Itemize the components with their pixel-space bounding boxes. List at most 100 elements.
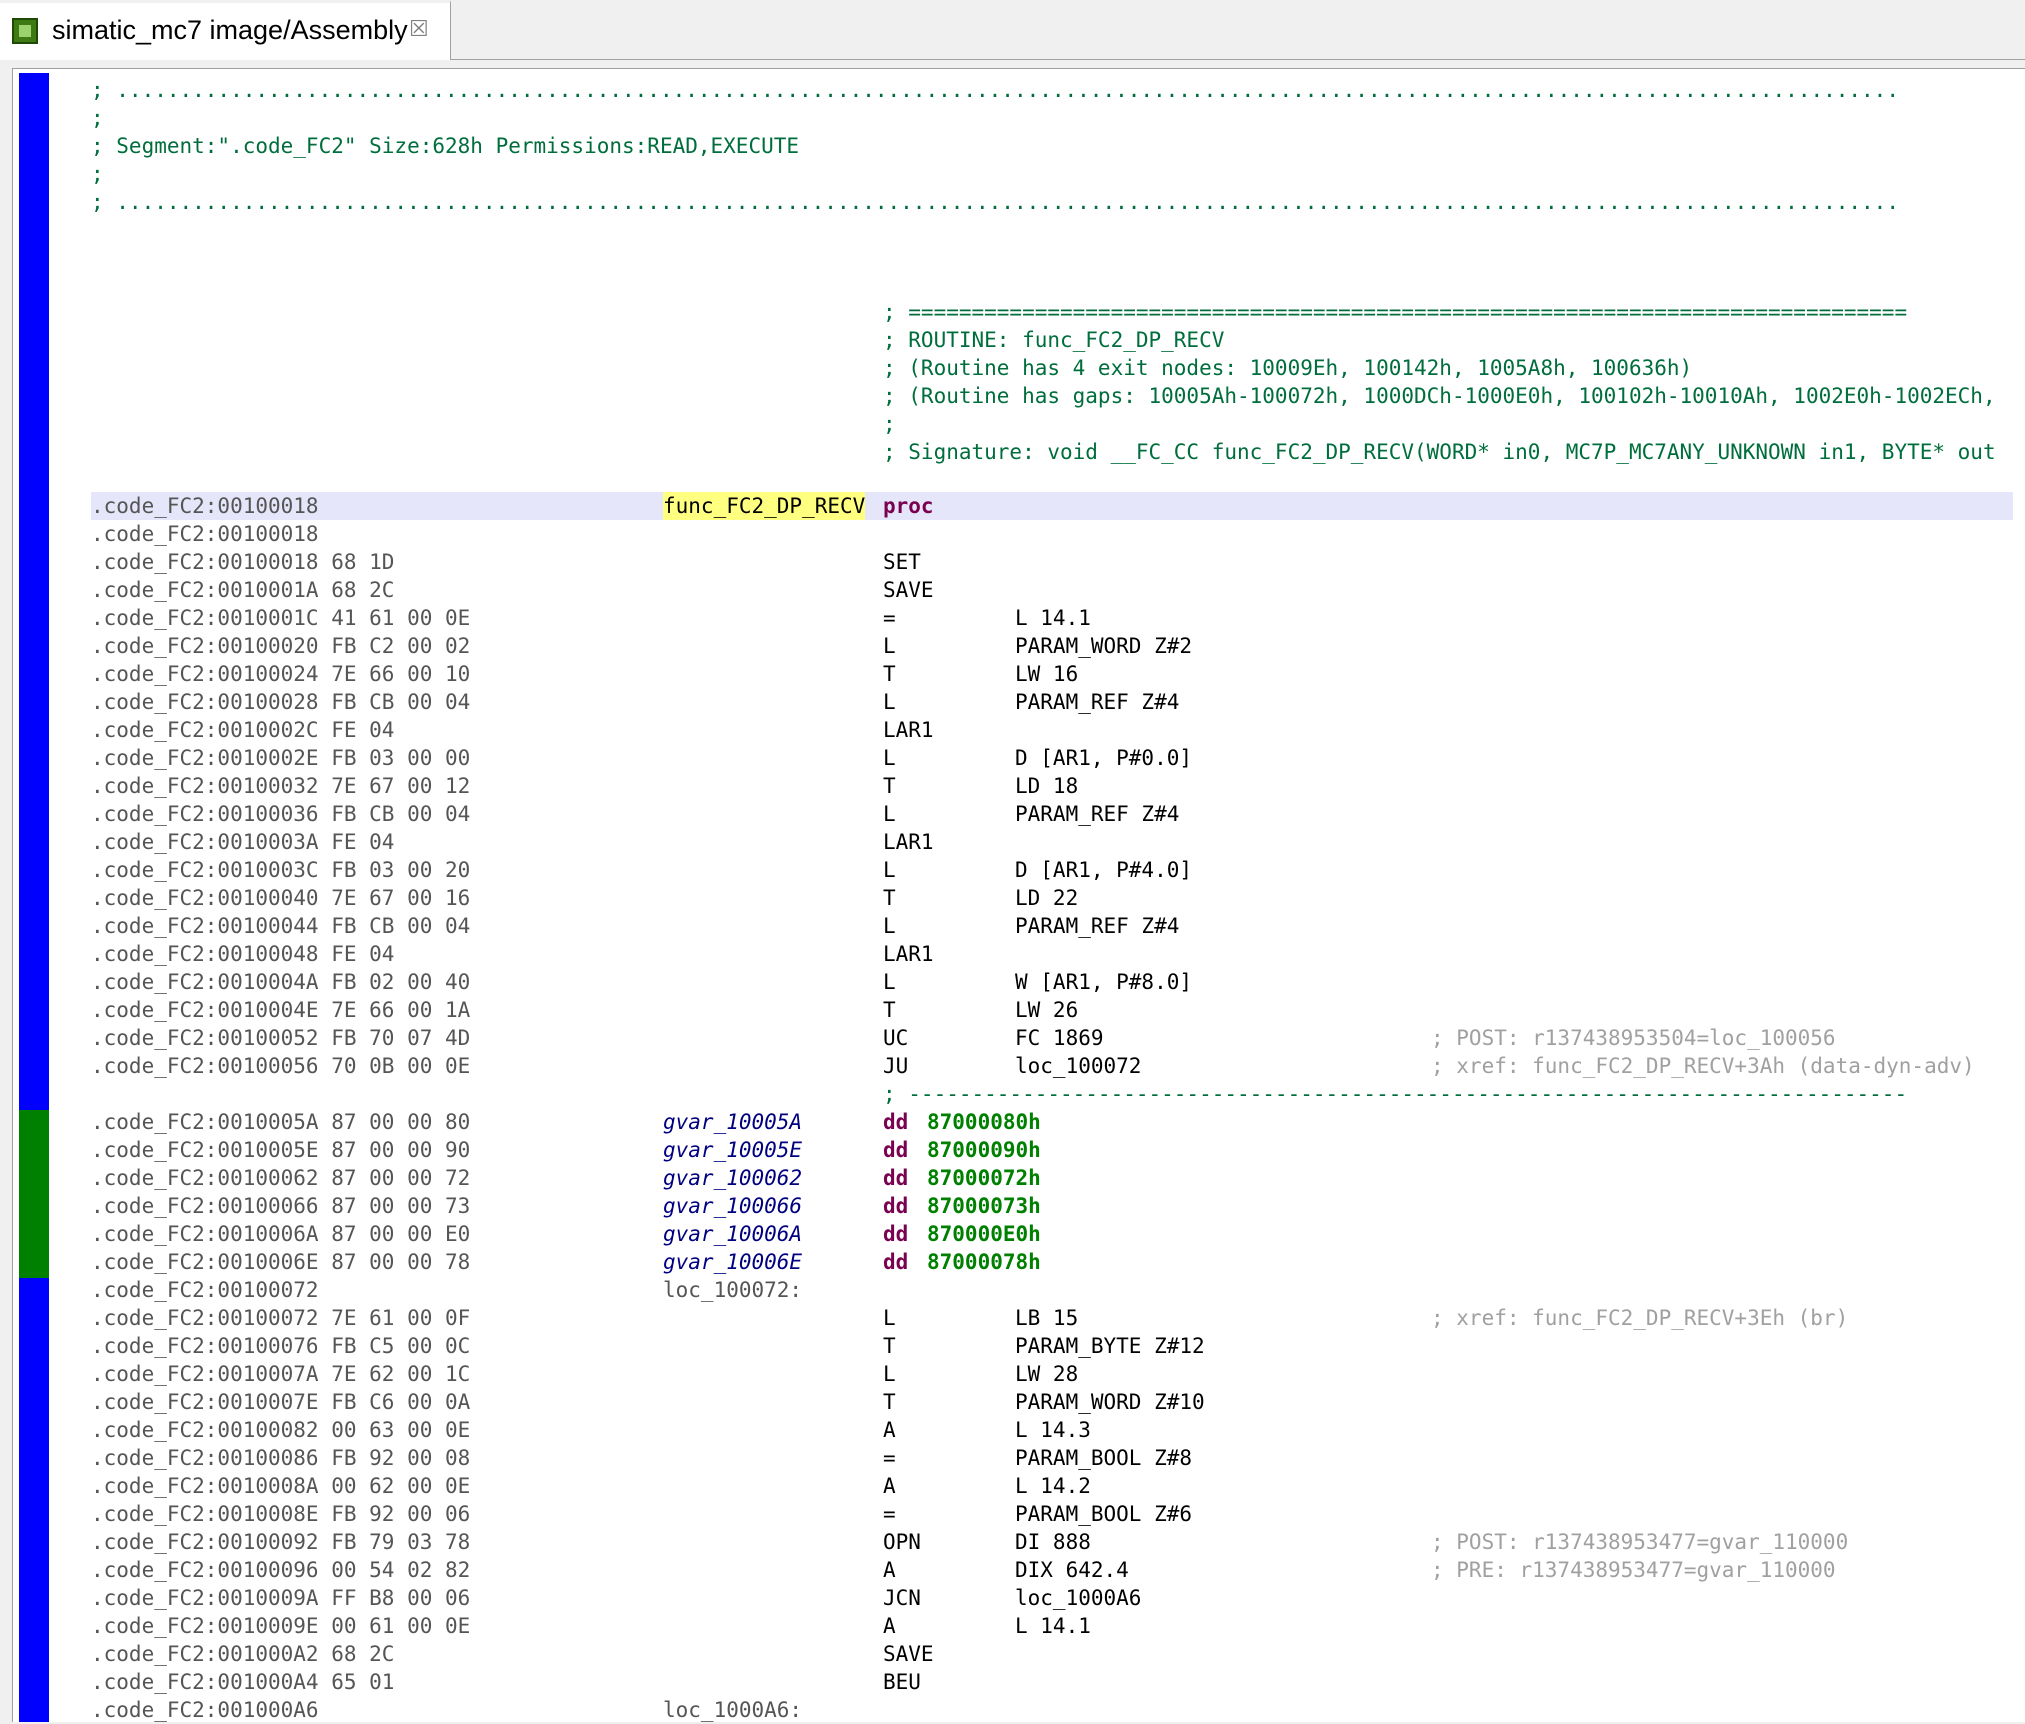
- mnemonic: L: [883, 1306, 896, 1330]
- code-line[interactable]: .code_FC2:00100024 7E 66 00 10 T LW 16: [91, 660, 2013, 688]
- address: .code_FC2:0010006E 87 00 00 78: [91, 1250, 471, 1274]
- proc-line[interactable]: .code_FC2:00100018 func_FC2_DP_RECV proc: [91, 492, 2013, 520]
- data-line[interactable]: .code_FC2:0010005A 87 00 00 80 gvar_10005…: [91, 1108, 2013, 1136]
- comment: ; POST: r137438953477=gvar_110000: [1431, 1530, 1849, 1554]
- label-line[interactable]: .code_FC2:001000A6 loc_1000A6:: [91, 1696, 2013, 1724]
- code-line[interactable]: .code_FC2:0010003A FE 04 LAR1: [91, 828, 2013, 856]
- code-line[interactable]: .code_FC2:00100052 FB 70 07 4D UC FC 1869;…: [91, 1024, 2013, 1052]
- address: .code_FC2:00100086 FB 92 00 08: [91, 1446, 471, 1470]
- mnemonic: A: [883, 1558, 896, 1582]
- code-line[interactable]: .code_FC2:0010008A 00 62 00 0E A L 14.2: [91, 1472, 2013, 1500]
- data-directive: dd: [883, 1138, 909, 1162]
- code-line[interactable]: .code_FC2:00100092 FB 79 03 78 OPN DI 888;…: [91, 1528, 2013, 1556]
- operand: PARAM_WORD Z#2: [1015, 634, 1193, 658]
- mnemonic: A: [883, 1474, 896, 1498]
- mnemonic: L: [883, 634, 896, 658]
- code-label[interactable]: loc_1000A6:: [663, 1696, 802, 1724]
- mnemonic: T: [883, 662, 896, 686]
- code-line[interactable]: .code_FC2:00100018 68 1D SET: [91, 548, 2013, 576]
- address: .code_FC2:001000A2 68 2C: [91, 1642, 395, 1666]
- code-line[interactable]: .code_FC2:0010001A 68 2C SAVE: [91, 576, 2013, 604]
- address: .code_FC2:0010008A 00 62 00 0E: [91, 1474, 471, 1498]
- address: .code_FC2:00100052 FB 70 07 4D: [91, 1026, 471, 1050]
- code-line[interactable]: .code_FC2:00100020 FB C2 00 02 L PARAM_WOR…: [91, 632, 2013, 660]
- data-segment-bar: [19, 1110, 49, 1278]
- tab-assembly[interactable]: simatic_mc7 image/Assembly ☒: [0, 0, 451, 60]
- address: .code_FC2:00100048 FE 04: [91, 942, 395, 966]
- code-line[interactable]: .code_FC2:0010008E FB 92 00 06 = PARAM_BOO…: [91, 1500, 2013, 1528]
- code-line[interactable]: .code_FC2:0010002E FB 03 00 00 L D [AR1, P…: [91, 744, 2013, 772]
- data-directive: dd: [883, 1110, 909, 1134]
- data-line[interactable]: .code_FC2:00100066 87 00 00 73 gvar_10006…: [91, 1192, 2013, 1220]
- mnemonic: T: [883, 998, 896, 1022]
- code-line[interactable]: .code_FC2:0010003C FB 03 00 20 L D [AR1, P…: [91, 856, 2013, 884]
- segment-comment-line: ;: [91, 162, 104, 186]
- data-label[interactable]: gvar_10005E: [663, 1136, 802, 1164]
- operand: PARAM_REF Z#4: [1015, 802, 1180, 826]
- mnemonic: =: [883, 606, 896, 630]
- code-segment-bar: [19, 1278, 49, 1722]
- data-line[interactable]: .code_FC2:00100062 87 00 00 72 gvar_10006…: [91, 1164, 2013, 1192]
- code-line[interactable]: .code_FC2:00100086 FB 92 00 08 = PARAM_BOO…: [91, 1444, 2013, 1472]
- code-line[interactable]: .code_FC2:00100032 7E 67 00 12 T LD 18: [91, 772, 2013, 800]
- code-line[interactable]: .code_FC2:00100082 00 63 00 0E A L 14.3: [91, 1416, 2013, 1444]
- proc-name[interactable]: func_FC2_DP_RECV: [663, 492, 866, 520]
- close-icon[interactable]: ☒: [409, 17, 429, 42]
- data-value: 87000072h: [927, 1166, 1041, 1190]
- operand: L 14.2: [1015, 1474, 1091, 1498]
- code-line[interactable]: .code_FC2:00100028 FB CB 00 04 L PARAM_REF…: [91, 688, 2013, 716]
- mnemonic: L: [883, 690, 896, 714]
- data-line[interactable]: .code_FC2:0010005E 87 00 00 90 gvar_10005…: [91, 1136, 2013, 1164]
- segment-comment-line: ; Segment:".code_FC2" Size:628h Permissi…: [91, 134, 800, 158]
- code-line[interactable]: .code_FC2:00100036 FB CB 00 04 L PARAM_REF…: [91, 800, 2013, 828]
- data-value: 870000E0h: [927, 1222, 1041, 1246]
- operand: PARAM_BOOL Z#8: [1015, 1446, 1193, 1470]
- code-line[interactable]: .code_FC2:0010002C FE 04 LAR1: [91, 716, 2013, 744]
- mnemonic: L: [883, 970, 896, 994]
- operand: LD 18: [1015, 774, 1079, 798]
- mnemonic: T: [883, 886, 896, 910]
- code-line[interactable]: .code_FC2:001000A2 68 2C SAVE: [91, 1640, 2013, 1668]
- operand: LW 28: [1015, 1362, 1079, 1386]
- data-label[interactable]: gvar_100066: [663, 1192, 802, 1220]
- code-line[interactable]: .code_FC2:0010009E 00 61 00 0E A L 14.1: [91, 1612, 2013, 1640]
- code-line[interactable]: .code_FC2:00100072 7E 61 00 0F L LB 15 ; xr…: [91, 1304, 2013, 1332]
- label-line[interactable]: .code_FC2:00100072 loc_100072:: [91, 1276, 2013, 1304]
- code-line[interactable]: .code_FC2:0010007E FB C6 00 0A T PARAM_WOR…: [91, 1388, 2013, 1416]
- data-value: 87000080h: [927, 1110, 1041, 1134]
- data-line[interactable]: .code_FC2:0010006A 87 00 00 E0 gvar_10006…: [91, 1220, 2013, 1248]
- operand: PARAM_BYTE Z#12: [1015, 1334, 1205, 1358]
- code-line[interactable]: .code_FC2:0010004E 7E 66 00 1A T LW 26: [91, 996, 2013, 1024]
- address: .code_FC2:0010001C 41 61 00 0E: [91, 606, 471, 630]
- operand: L 14.1: [1015, 606, 1091, 630]
- code-line[interactable]: .code_FC2:00100076 FB C5 00 0C T PARAM_BYT…: [91, 1332, 2013, 1360]
- code-line[interactable]: .code_FC2:0010004A FB 02 00 40 L W [AR1, P…: [91, 968, 2013, 996]
- code-line[interactable]: .code_FC2:00100096 00 54 02 82 A DIX 642.4…: [91, 1556, 2013, 1584]
- data-label[interactable]: gvar_10006E: [663, 1248, 802, 1276]
- code-line[interactable]: .code_FC2:00100056 70 0B 00 0E JU loc_1000…: [91, 1052, 2013, 1080]
- mnemonic: T: [883, 1390, 896, 1414]
- code-line[interactable]: .code_FC2:001000A4 65 01 BEU: [91, 1668, 2013, 1696]
- code-line[interactable]: .code_FC2:00100018: [91, 520, 2013, 548]
- data-line[interactable]: .code_FC2:0010006E 87 00 00 78 gvar_10006…: [91, 1248, 2013, 1276]
- chip-icon: [12, 18, 38, 44]
- code-line[interactable]: .code_FC2:00100040 7E 67 00 16 T LD 22: [91, 884, 2013, 912]
- address: .code_FC2:00100044 FB CB 00 04: [91, 914, 471, 938]
- code-line[interactable]: .code_FC2:00100044 FB CB 00 04 L PARAM_REF…: [91, 912, 2013, 940]
- code-line[interactable]: .code_FC2:0010007A 7E 62 00 1C L LW 28: [91, 1360, 2013, 1388]
- code-line[interactable]: .code_FC2:0010001C 41 61 00 0E = L 14.1: [91, 604, 2013, 632]
- address: .code_FC2:00100096 00 54 02 82: [91, 1558, 471, 1582]
- code-line[interactable]: .code_FC2:00100048 FE 04 LAR1: [91, 940, 2013, 968]
- address: .code_FC2:0010004E 7E 66 00 1A: [91, 998, 471, 1022]
- code-label[interactable]: loc_100072:: [663, 1276, 802, 1304]
- code-line[interactable]: .code_FC2:0010009A FF B8 00 06 JCN loc_100…: [91, 1584, 2013, 1612]
- address: .code_FC2:00100066 87 00 00 73: [91, 1194, 471, 1218]
- address: .code_FC2:0010006A 87 00 00 E0: [91, 1222, 471, 1246]
- mnemonic: JU: [883, 1054, 909, 1078]
- data-label[interactable]: gvar_100062: [663, 1164, 802, 1192]
- address: .code_FC2:00100036 FB CB 00 04: [91, 802, 471, 826]
- address: .code_FC2:00100018 68 1D: [91, 550, 395, 574]
- data-label[interactable]: gvar_10005A: [663, 1108, 802, 1136]
- operand: DIX 642.4: [1015, 1558, 1129, 1582]
- data-label[interactable]: gvar_10006A: [663, 1220, 802, 1248]
